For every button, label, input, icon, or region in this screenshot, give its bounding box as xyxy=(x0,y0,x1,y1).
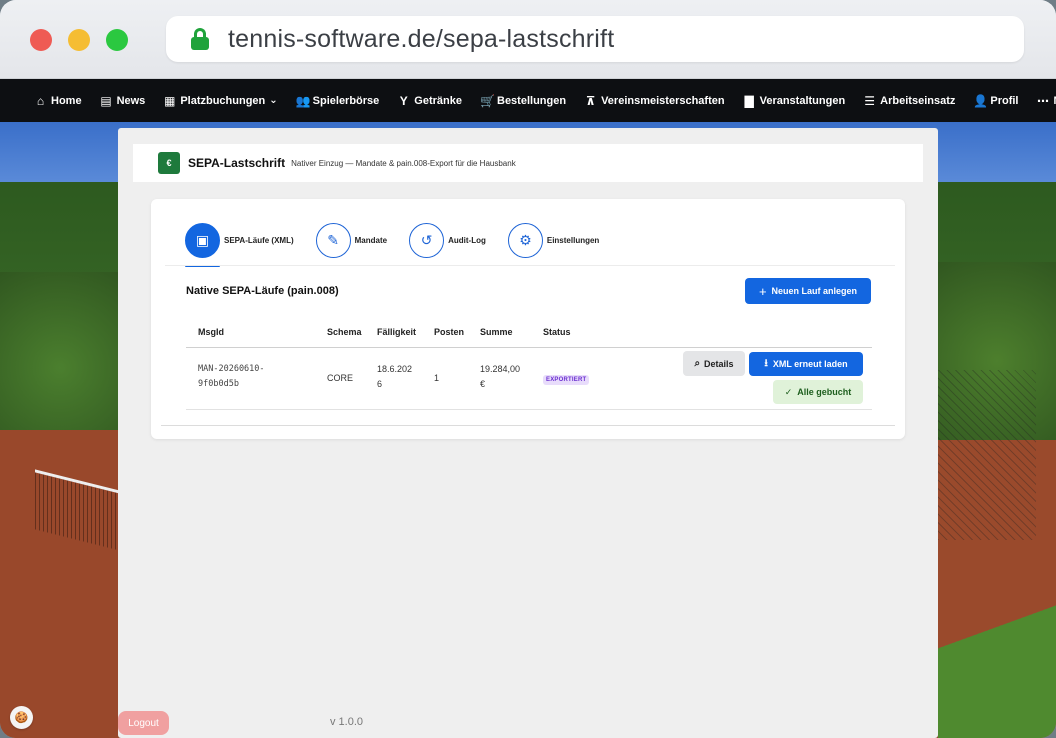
status-badge: EXPORTIERT xyxy=(543,375,590,385)
home-icon: ⌂ xyxy=(36,93,45,108)
browser-window: tennis-software.de/sepa-lastschrift ⌂ Hom… xyxy=(0,0,1056,738)
logout-button[interactable]: Logout xyxy=(118,711,169,735)
nav-item-platzbuchungen[interactable]: ▦ Platzbuchungen ⌄ xyxy=(163,93,278,108)
nav-item-profil[interactable]: 👤 Profil xyxy=(973,94,1018,108)
nav-item-vereinsmeisterschaften[interactable]: ⊼ Vereinsmeisterschaften xyxy=(584,94,725,108)
download-icon: ⭳ xyxy=(764,357,768,369)
chevron-down-icon: ⌄ xyxy=(269,95,278,106)
search-document-icon: ⌕ xyxy=(694,358,701,369)
column-header-summe[interactable]: Summe xyxy=(480,327,513,337)
tab-mandate[interactable]: ✎ Mandate xyxy=(315,222,387,258)
users-icon: 👥 xyxy=(295,93,311,108)
nav-item-arbeitseinsatz[interactable]: ☰ Arbeitseinsatz xyxy=(863,94,955,108)
column-header-schema[interactable]: Schema xyxy=(327,327,362,337)
reload-xml-button[interactable]: ⭳ XML erneut laden xyxy=(749,352,863,376)
cell-schema: CORE xyxy=(327,373,354,383)
money-bill-icon: ▣ xyxy=(185,222,220,258)
sitemap-icon: ⊼ xyxy=(585,93,596,108)
url-text: tennis-software.de/sepa-lastschrift xyxy=(228,24,615,53)
calendar-grid-icon: ▦ xyxy=(164,93,176,108)
cocktail-icon: Y xyxy=(399,93,408,108)
column-header-faelligkeit[interactable]: Fälligkeit xyxy=(377,327,416,337)
pen-icon: ✎ xyxy=(315,222,351,258)
cart-icon: 🛒 xyxy=(480,93,495,108)
cell-faelligkeit: 18.6.202 6 xyxy=(377,364,413,389)
gear-icon: ⚙ xyxy=(507,222,543,258)
page-title: SEPA-Lastschrift xyxy=(188,156,286,170)
tab-bar: ▣ SEPA-Läufe (XML) ✎ Mandate ↺ Audit-Log ⚙ Eins… xyxy=(185,220,621,267)
cell-msgid: MAN-20260610- 9f0b0d5b xyxy=(198,364,265,389)
details-button[interactable]: ⌕ Details xyxy=(683,351,745,376)
maximize-window-button[interactable] xyxy=(106,29,128,51)
column-header-status[interactable]: Status xyxy=(543,327,571,337)
nav-item-getränke[interactable]: Y Getränke xyxy=(397,94,462,108)
page-header: € SEPA-Lastschrift Nativer Einzug — Mand… xyxy=(133,144,923,182)
column-header-msgid[interactable]: MsgId xyxy=(198,327,224,337)
check-icon: ✓ xyxy=(784,386,793,397)
browser-titlebar: tennis-software.de/sepa-lastschrift xyxy=(0,0,1056,79)
sepa-card: ▣ SEPA-Läufe (XML) ✎ Mandate ↺ Audit-Log ⚙ Eins… xyxy=(151,199,905,439)
tab-audit-log[interactable]: ↺ Audit-Log xyxy=(409,222,486,258)
nav-item-bestellungen[interactable]: 🛒 Bestellungen xyxy=(480,94,566,108)
history-icon: ↺ xyxy=(409,222,445,258)
calendar-icon: ▇ xyxy=(744,93,754,108)
column-header-posten[interactable]: Posten xyxy=(434,327,464,337)
nav-item-mehr[interactable]: ⋯Mehr⌄ xyxy=(1037,94,1056,108)
euro-icon: € xyxy=(158,152,180,174)
page-subtitle: Nativer Einzug — Mandate & pain.008-Expo… xyxy=(291,158,516,168)
cookie-settings-icon[interactable]: 🍪 xyxy=(10,706,33,729)
minimize-window-button[interactable] xyxy=(68,29,90,51)
address-bar[interactable]: tennis-software.de/sepa-lastschrift xyxy=(166,16,1024,62)
section-title: Native SEPA-Läufe (pain.008) xyxy=(186,285,339,297)
tab-sepa-läufe-xml[interactable]: ▣ SEPA-Läufe (XML) xyxy=(185,222,294,267)
nav-item-veranstaltungen[interactable]: ▇ Veranstaltungen xyxy=(743,93,845,108)
nav-item-spielerbörse[interactable]: 👥 Spielerbörse xyxy=(296,94,380,108)
version-label: v 1.0.0 xyxy=(330,716,364,728)
checklist-icon: ☰ xyxy=(864,93,876,108)
plus-icon: + xyxy=(758,283,767,299)
lock-icon xyxy=(190,28,210,50)
nav-item-news[interactable]: ▤ News xyxy=(100,93,145,108)
site-navbar: ⌂ Home ▤ News ▦ Platzbuchungen ⌄ 👥 Spielerbörse Y… xyxy=(0,79,1056,122)
newspaper-icon: ▤ xyxy=(100,93,112,108)
cell-posten: 1 xyxy=(434,373,440,383)
close-window-button[interactable] xyxy=(30,29,52,51)
main-content: € SEPA-Lastschrift Nativer Einzug — Mand… xyxy=(118,128,938,738)
ellipsis-icon: ⋯ xyxy=(1037,93,1049,108)
all-booked-button[interactable]: ✓ Alle gebucht xyxy=(773,380,863,404)
cell-summe: 19.284,00 € xyxy=(480,364,521,389)
new-run-button[interactable]: + Neuen Lauf anlegen xyxy=(745,278,871,304)
tab-einstellungen[interactable]: ⚙ Einstellungen xyxy=(507,222,599,258)
nav-item-home[interactable]: ⌂ Home xyxy=(34,94,82,108)
user-gear-icon: 👤 xyxy=(973,93,989,108)
